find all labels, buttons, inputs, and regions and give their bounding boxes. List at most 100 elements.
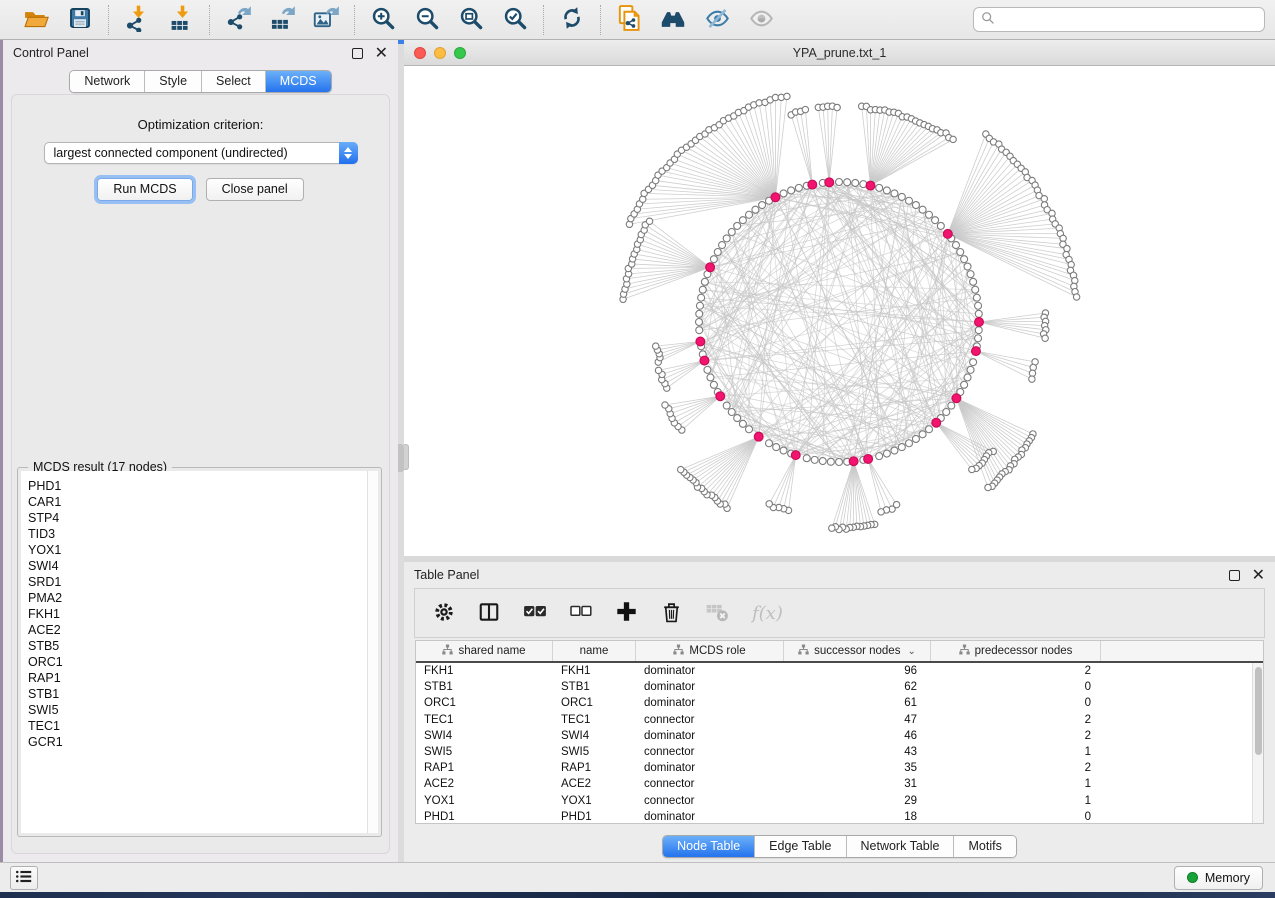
zoom-fit-content-button[interactable] xyxy=(456,5,486,35)
table-row[interactable]: ORC1ORC1dominator610 xyxy=(416,695,1252,711)
mcds-result-item[interactable]: SWI4 xyxy=(28,558,367,574)
cell-predecessor-nodes[interactable]: 2 xyxy=(931,730,1101,742)
tab-network[interactable]: Network xyxy=(70,71,144,92)
cell-successor-nodes[interactable]: 62 xyxy=(784,681,931,693)
cell-MCDS-role[interactable]: dominator xyxy=(636,762,784,774)
cell-MCDS-role[interactable]: dominator xyxy=(636,811,784,823)
cell-predecessor-nodes[interactable]: 1 xyxy=(931,795,1101,807)
table-row[interactable]: SWI5SWI5connector431 xyxy=(416,744,1252,760)
column-header-successor-nodes[interactable]: successor nodes⌄ xyxy=(784,641,931,661)
cell-predecessor-nodes[interactable]: 1 xyxy=(931,746,1101,758)
cell-successor-nodes[interactable]: 96 xyxy=(784,665,931,677)
cell-shared-name[interactable]: YOX1 xyxy=(416,795,553,807)
cell-MCDS-role[interactable]: connector xyxy=(636,795,784,807)
cell-predecessor-nodes[interactable]: 0 xyxy=(931,697,1101,709)
mcds-result-item[interactable]: TEC1 xyxy=(28,718,367,734)
cell-name[interactable]: ACE2 xyxy=(553,778,636,790)
cell-shared-name[interactable]: SWI4 xyxy=(416,730,553,742)
table-row[interactable]: FKH1FKH1dominator962 xyxy=(416,663,1252,679)
mcds-result-item[interactable]: SRD1 xyxy=(28,574,367,590)
column-header-MCDS-role[interactable]: MCDS role xyxy=(636,641,784,661)
cell-successor-nodes[interactable]: 61 xyxy=(784,697,931,709)
mcds-result-item[interactable]: YOX1 xyxy=(28,542,367,558)
memory-button[interactable]: Memory xyxy=(1174,866,1263,890)
column-header-name[interactable]: name xyxy=(553,641,636,661)
task-history-button[interactable] xyxy=(10,866,38,890)
mcds-result-item[interactable]: GCR1 xyxy=(28,734,367,750)
cell-shared-name[interactable]: TEC1 xyxy=(416,714,553,726)
cell-name[interactable]: SWI4 xyxy=(553,730,636,742)
float-window-button[interactable] xyxy=(352,48,363,59)
mcds-result-item[interactable]: PMA2 xyxy=(28,590,367,606)
select-first-neighbors-button[interactable] xyxy=(658,5,688,35)
mcds-result-item[interactable]: SWI5 xyxy=(28,702,367,718)
cell-name[interactable]: FKH1 xyxy=(553,665,636,677)
close-panel-button[interactable]: ✕ xyxy=(375,48,388,59)
export-network-button[interactable] xyxy=(223,5,253,35)
cell-name[interactable]: ORC1 xyxy=(553,697,636,709)
mcds-result-item[interactable]: STB1 xyxy=(28,686,367,702)
cell-successor-nodes[interactable]: 43 xyxy=(784,746,931,758)
zoom-in-button[interactable] xyxy=(368,5,398,35)
mcds-list-scrollbar[interactable] xyxy=(367,471,378,833)
zoom-window-icon[interactable] xyxy=(454,47,466,59)
cell-successor-nodes[interactable]: 31 xyxy=(784,778,931,790)
tab-style[interactable]: Style xyxy=(144,71,201,92)
open-session-button[interactable] xyxy=(21,5,51,35)
cell-successor-nodes[interactable]: 47 xyxy=(784,714,931,726)
tab-select[interactable]: Select xyxy=(201,71,265,92)
close-window-icon[interactable] xyxy=(414,47,426,59)
cell-name[interactable]: PHD1 xyxy=(553,811,636,823)
cell-name[interactable]: RAP1 xyxy=(553,762,636,774)
hide-graphics-details-button[interactable] xyxy=(702,5,732,35)
run-mcds-button[interactable]: Run MCDS xyxy=(97,178,192,201)
cell-MCDS-role[interactable]: connector xyxy=(636,746,784,758)
table-row[interactable]: YOX1YOX1connector291 xyxy=(416,793,1252,809)
cell-predecessor-nodes[interactable]: 2 xyxy=(931,762,1101,774)
scrollbar-thumb[interactable] xyxy=(1255,667,1262,755)
cell-shared-name[interactable]: STB1 xyxy=(416,681,553,693)
unselect-all-checkboxes-button[interactable] xyxy=(570,604,592,622)
cell-successor-nodes[interactable]: 18 xyxy=(784,811,931,823)
apply-preferred-layout-button[interactable] xyxy=(557,5,587,35)
cell-successor-nodes[interactable]: 46 xyxy=(784,730,931,742)
cell-shared-name[interactable]: RAP1 xyxy=(416,762,553,774)
cell-successor-nodes[interactable]: 35 xyxy=(784,762,931,774)
table-row[interactable]: TEC1TEC1connector472 xyxy=(416,712,1252,728)
close-panel-action-button[interactable]: Close panel xyxy=(206,178,304,201)
cell-predecessor-nodes[interactable]: 0 xyxy=(931,681,1101,693)
cell-name[interactable]: STB1 xyxy=(553,681,636,693)
close-table-panel-button[interactable]: ✕ xyxy=(1252,570,1265,581)
cell-predecessor-nodes[interactable]: 0 xyxy=(931,811,1101,823)
mcds-result-item[interactable]: ORC1 xyxy=(28,654,367,670)
save-session-button[interactable] xyxy=(65,5,95,35)
mcds-result-item[interactable]: STP4 xyxy=(28,510,367,526)
cell-MCDS-role[interactable]: dominator xyxy=(636,681,784,693)
tab-edge-table[interactable]: Edge Table xyxy=(754,836,845,857)
float-table-panel-button[interactable] xyxy=(1229,570,1240,581)
new-network-from-selection-button[interactable] xyxy=(614,5,644,35)
table-vertical-scrollbar[interactable] xyxy=(1252,663,1263,823)
add-row-button[interactable] xyxy=(615,600,638,626)
mcds-result-item[interactable]: TID3 xyxy=(28,526,367,542)
cell-shared-name[interactable]: FKH1 xyxy=(416,665,553,677)
cell-shared-name[interactable]: PHD1 xyxy=(416,811,553,823)
mcds-result-item[interactable]: CAR1 xyxy=(28,494,367,510)
table-row[interactable]: RAP1RAP1dominator352 xyxy=(416,760,1252,776)
cell-name[interactable]: SWI5 xyxy=(553,746,636,758)
cell-shared-name[interactable]: ACE2 xyxy=(416,778,553,790)
table-row[interactable]: PHD1PHD1dominator180 xyxy=(416,809,1252,824)
cell-MCDS-role[interactable]: dominator xyxy=(636,697,784,709)
export-image-button[interactable] xyxy=(311,5,341,35)
cell-shared-name[interactable]: SWI5 xyxy=(416,746,553,758)
table-settings-gear-button[interactable] xyxy=(433,601,455,626)
tab-mcds[interactable]: MCDS xyxy=(265,71,331,92)
cell-MCDS-role[interactable]: dominator xyxy=(636,665,784,677)
criterion-select[interactable]: largest connected component (undirected) xyxy=(44,142,358,164)
cell-MCDS-role[interactable]: dominator xyxy=(636,730,784,742)
tab-motifs[interactable]: Motifs xyxy=(953,836,1015,857)
cell-predecessor-nodes[interactable]: 2 xyxy=(931,714,1101,726)
import-table-button[interactable] xyxy=(166,5,196,35)
import-network-button[interactable] xyxy=(122,5,152,35)
canvas-collapse-handle[interactable] xyxy=(404,444,409,470)
